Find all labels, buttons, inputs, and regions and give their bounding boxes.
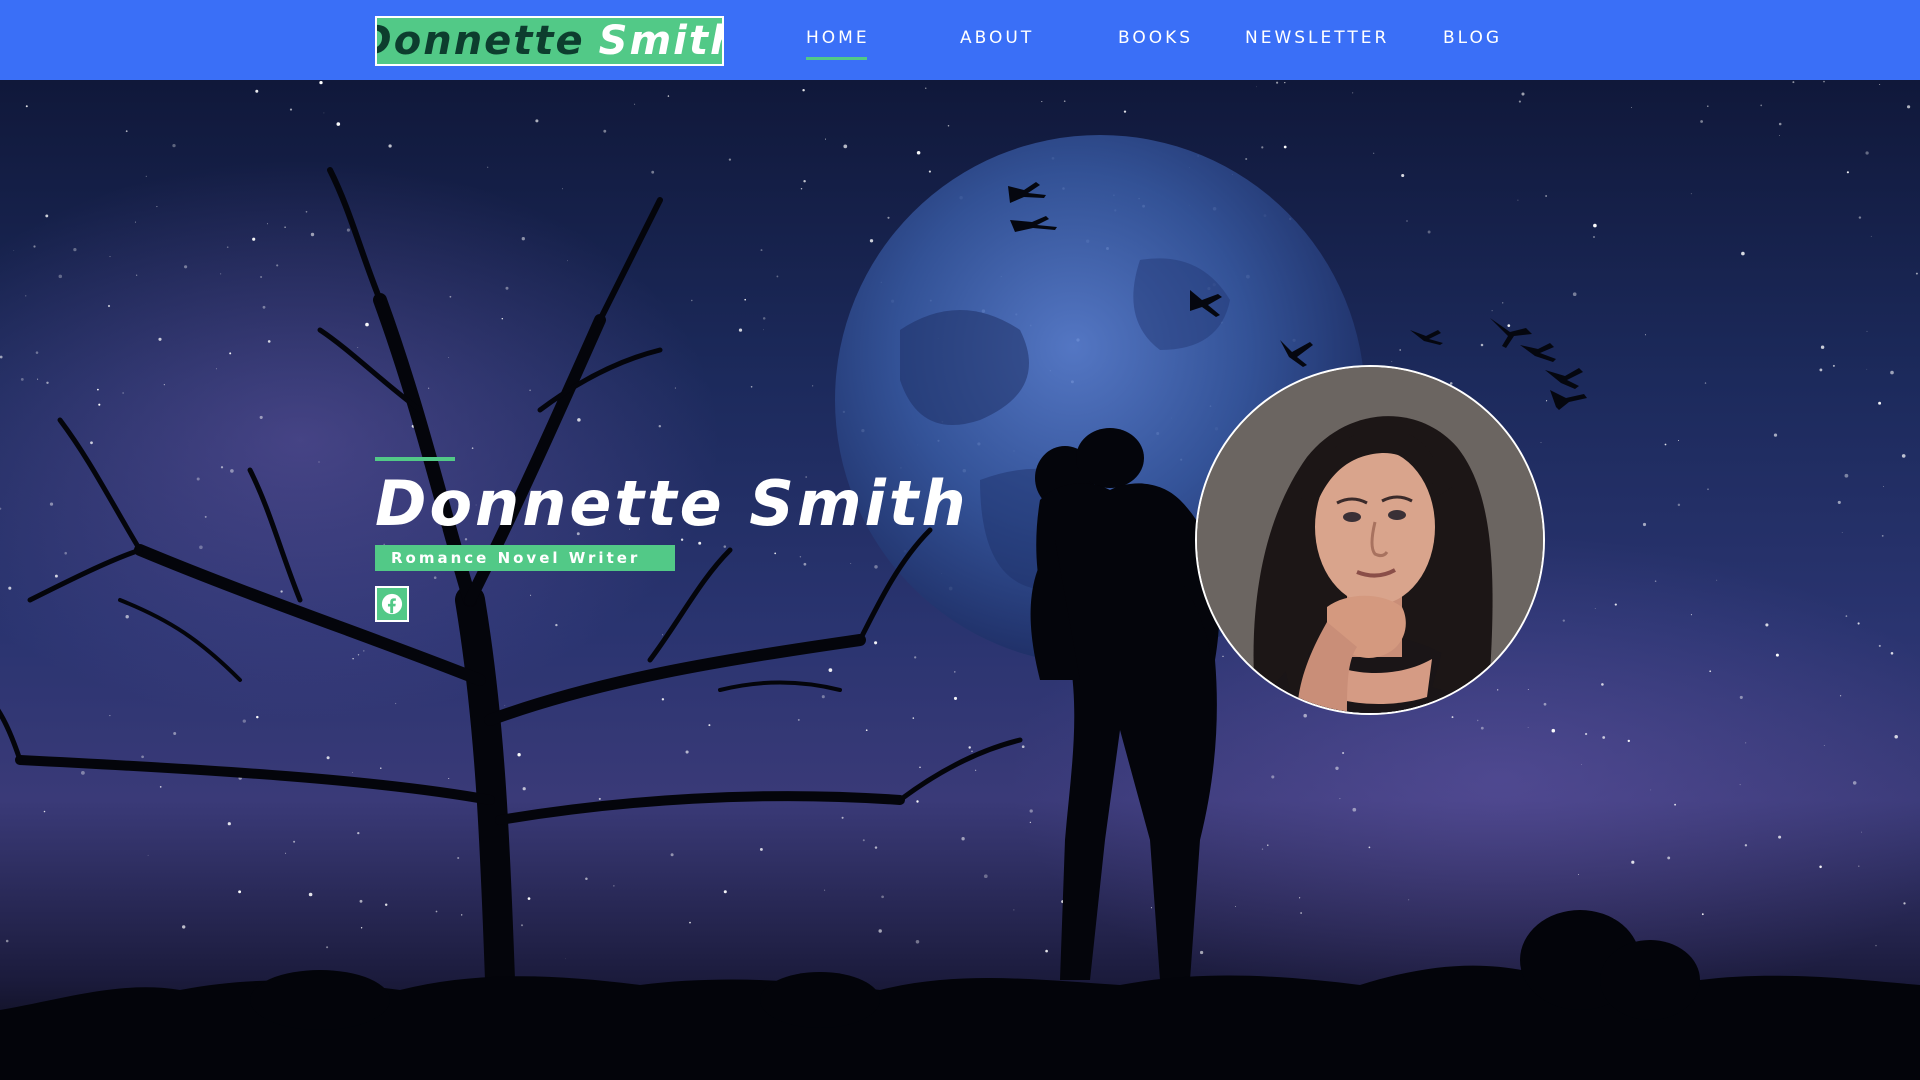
nav-books[interactable]: BOOKS bbox=[1118, 28, 1193, 54]
logo-first-name: Donnette bbox=[375, 18, 585, 64]
night-sky-background bbox=[0, 80, 1920, 1080]
nav-newsletter[interactable]: NEWSLETTER bbox=[1245, 28, 1389, 54]
hero-section: Donnette Smith Romance Novel Writer bbox=[0, 80, 1920, 1080]
site-logo[interactable]: Donnette Smith bbox=[375, 16, 724, 66]
title-accent-line bbox=[375, 457, 455, 461]
author-portrait bbox=[1195, 365, 1545, 715]
nav-blog[interactable]: BLOG bbox=[1443, 28, 1502, 54]
nav-about[interactable]: ABOUT bbox=[960, 28, 1034, 54]
facebook-icon bbox=[381, 593, 403, 615]
top-navigation-bar: Donnette Smith HOME ABOUT BOOKS NEWSLETT… bbox=[0, 0, 1920, 80]
logo-last-name: Smith bbox=[598, 18, 722, 64]
author-photo bbox=[1197, 367, 1543, 713]
subtitle-badge: Romance Novel Writer bbox=[375, 545, 675, 571]
hero-title: Donnette Smith bbox=[375, 467, 969, 540]
nav-home[interactable]: HOME bbox=[806, 28, 870, 60]
facebook-link[interactable] bbox=[375, 586, 409, 622]
